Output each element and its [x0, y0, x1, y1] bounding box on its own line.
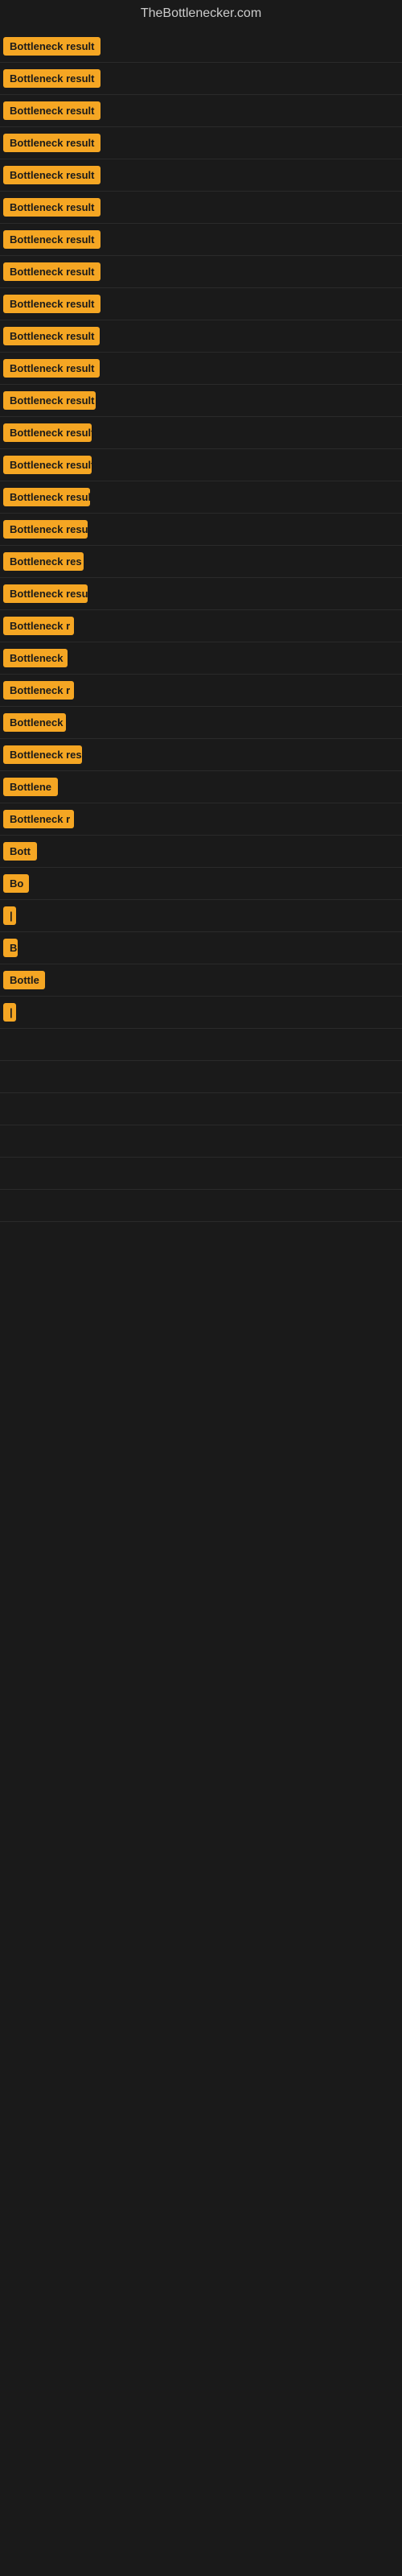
- list-item: Bottleneck r: [0, 675, 402, 707]
- bottleneck-badge[interactable]: Bottleneck result: [3, 37, 100, 56]
- list-item: Bottleneck result: [0, 385, 402, 417]
- list-item: Bottleneck r: [0, 610, 402, 642]
- list-item: Bottleneck result: [0, 95, 402, 127]
- list-item: [0, 1029, 402, 1061]
- bottleneck-badge[interactable]: B: [3, 939, 18, 957]
- bottleneck-badge[interactable]: Bottleneck result: [3, 134, 100, 152]
- bottleneck-badge[interactable]: Bottlene: [3, 778, 58, 796]
- bottleneck-badge[interactable]: Bottleneck r: [3, 681, 74, 700]
- list-item: Bottleneck result: [0, 63, 402, 95]
- list-item: Bottlene: [0, 771, 402, 803]
- list-item: Bottleneck result: [0, 192, 402, 224]
- bottleneck-badge[interactable]: Bottleneck result: [3, 423, 92, 442]
- bottleneck-badge[interactable]: Bottleneck res: [3, 552, 84, 571]
- bottleneck-badge[interactable]: Bottleneck result: [3, 488, 90, 506]
- bottleneck-badge[interactable]: Bottleneck: [3, 713, 66, 732]
- bottleneck-badge[interactable]: Bottleneck result: [3, 520, 88, 539]
- list-item: Bo: [0, 868, 402, 900]
- bottleneck-badge[interactable]: Bo: [3, 874, 29, 893]
- list-item: Bottleneck result: [0, 256, 402, 288]
- site-title: TheBottlenecker.com: [0, 0, 402, 27]
- list-item: Bottleneck result: [0, 481, 402, 514]
- bottleneck-badge[interactable]: Bottleneck result: [3, 456, 92, 474]
- list-item: [0, 1093, 402, 1125]
- list-item: |: [0, 900, 402, 932]
- bottleneck-badge[interactable]: Bottleneck result: [3, 295, 100, 313]
- list-item: Bottleneck result: [0, 514, 402, 546]
- list-item: Bottleneck res: [0, 546, 402, 578]
- list-item: Bottleneck result: [0, 127, 402, 159]
- list-item: Bottleneck result: [0, 159, 402, 192]
- bottleneck-badge[interactable]: |: [3, 906, 16, 925]
- list-item: B: [0, 932, 402, 964]
- list-item: |: [0, 997, 402, 1029]
- list-item: [0, 1190, 402, 1222]
- bottleneck-badge[interactable]: |: [3, 1003, 16, 1022]
- list-item: Bottleneck result: [0, 288, 402, 320]
- list-item: Bottleneck result: [0, 320, 402, 353]
- list-item: Bottleneck result: [0, 353, 402, 385]
- list-item: Bottle: [0, 964, 402, 997]
- bottleneck-badge[interactable]: Bott: [3, 842, 37, 861]
- bottleneck-badge[interactable]: Bottleneck result: [3, 584, 88, 603]
- list-item: [0, 1158, 402, 1190]
- bottleneck-badge[interactable]: Bottleneck result: [3, 327, 100, 345]
- items-container: Bottleneck result Bottleneck result Bottle…: [0, 27, 402, 1222]
- list-item: Bottleneck result: [0, 224, 402, 256]
- list-item: [0, 1061, 402, 1093]
- site-title-text: TheBottlenecker.com: [141, 6, 261, 20]
- list-item: Bottleneck: [0, 707, 402, 739]
- bottleneck-badge[interactable]: Bottleneck result: [3, 262, 100, 281]
- list-item: Bottleneck r: [0, 803, 402, 836]
- list-item: Bottleneck res: [0, 739, 402, 771]
- bottleneck-badge[interactable]: Bottleneck result: [3, 230, 100, 249]
- bottleneck-badge[interactable]: Bottleneck: [3, 649, 68, 667]
- bottleneck-badge[interactable]: Bottleneck result: [3, 359, 100, 378]
- list-item: Bottleneck result: [0, 31, 402, 63]
- bottleneck-badge[interactable]: Bottle: [3, 971, 45, 989]
- bottleneck-badge[interactable]: Bottleneck result: [3, 101, 100, 120]
- bottleneck-badge[interactable]: Bottleneck result: [3, 69, 100, 88]
- bottleneck-badge[interactable]: Bottleneck r: [3, 617, 74, 635]
- list-item: Bottleneck: [0, 642, 402, 675]
- list-item: Bott: [0, 836, 402, 868]
- bottleneck-badge[interactable]: Bottleneck r: [3, 810, 74, 828]
- bottleneck-badge[interactable]: Bottleneck result: [3, 198, 100, 217]
- bottleneck-badge[interactable]: Bottleneck result: [3, 166, 100, 184]
- bottleneck-badge[interactable]: Bottleneck res: [3, 745, 82, 764]
- list-item: Bottleneck result: [0, 578, 402, 610]
- bottleneck-badge[interactable]: Bottleneck result: [3, 391, 96, 410]
- list-item: Bottleneck result: [0, 417, 402, 449]
- list-item: [0, 1125, 402, 1158]
- list-item: Bottleneck result: [0, 449, 402, 481]
